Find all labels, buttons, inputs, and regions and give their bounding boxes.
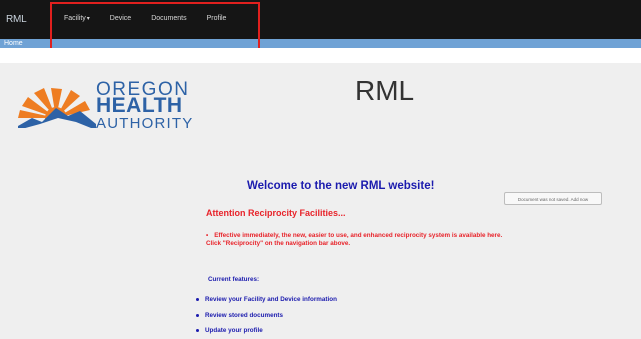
nav-profile[interactable]: Profile [207, 15, 227, 22]
chevron-down-icon: ▾ [86, 16, 90, 22]
breadcrumb-home[interactable]: Home [4, 39, 23, 48]
oregon-health-authority-logo: OREGON HEALTH AUTHORITY [18, 68, 208, 138]
bullet-icon [196, 313, 199, 317]
feature-link-facility-device[interactable]: Review your Facility and Device informat… [205, 296, 337, 303]
welcome-heading: Welcome to the new RML website! [247, 180, 435, 192]
page: RML Facility▾ Device Documents Profile H… [0, 0, 641, 339]
features-list: Review your Facility and Device informat… [196, 292, 337, 339]
current-features-title: Current features: [208, 276, 260, 283]
reciprocity-notice: • Effective immediately, the new, easier … [206, 232, 536, 249]
list-item: Update your profile [196, 323, 337, 339]
logo-text-authority: AUTHORITY [96, 115, 194, 132]
bullet-icon: • [206, 232, 209, 239]
bullet-icon [196, 329, 199, 333]
page-title: RML [355, 75, 415, 106]
notice-text-1: Effective immediately, the new, easier t… [214, 232, 503, 239]
attention-heading: Attention Reciprocity Facilities... [206, 208, 346, 218]
header-spacer [0, 48, 641, 63]
list-item: Review stored documents [196, 308, 337, 324]
sunburst-mountain-icon [18, 88, 96, 138]
nav-facility-dropdown[interactable]: Facility▾ [64, 15, 90, 22]
list-item: Review your Facility and Device informat… [196, 292, 337, 308]
top-navbar: RML Facility▾ Device Documents Profile [0, 0, 641, 39]
nav-facility-label: Facility [64, 15, 86, 22]
nav-menu: Facility▾ Device Documents Profile [64, 15, 246, 22]
breadcrumb-bar: Home [0, 39, 641, 48]
brand-link[interactable]: RML [6, 14, 27, 25]
bullet-icon [196, 298, 199, 302]
notice-line-1: • Effective immediately, the new, easier … [206, 232, 536, 240]
feature-link-documents[interactable]: Review stored documents [205, 312, 283, 319]
notice-line-2: Click "Reciprocity" on the navigation ba… [206, 240, 351, 248]
nav-device[interactable]: Device [110, 15, 131, 22]
feature-link-profile[interactable]: Update your profile [205, 327, 263, 334]
nav-documents[interactable]: Documents [151, 15, 186, 22]
document-add-button[interactable]: Document was not saved. Add now [504, 192, 602, 205]
